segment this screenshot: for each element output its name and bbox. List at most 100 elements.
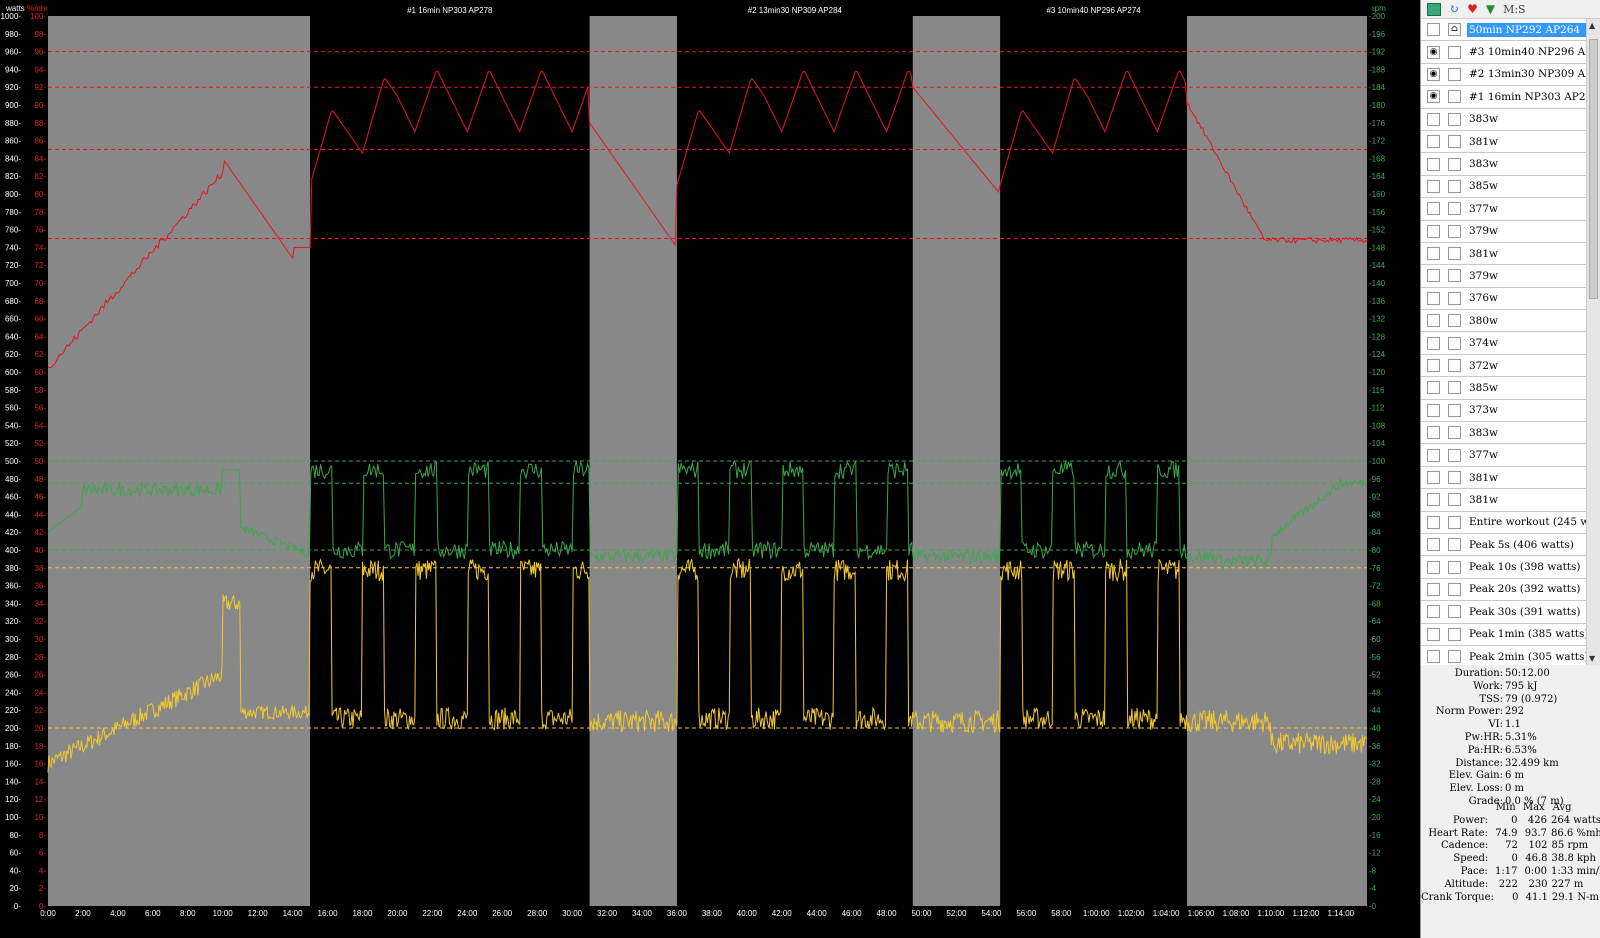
visibility-checkbox[interactable]	[1427, 23, 1440, 37]
interval-row[interactable]: 381w	[1421, 466, 1587, 490]
visibility-checkbox[interactable]	[1427, 291, 1440, 305]
rpm-axis-unit: rpm	[1372, 4, 1386, 13]
ride-plot[interactable]: #1 16min NP303 AP278 #2 13min30 NP309 AP2…	[0, 0, 1420, 938]
visibility-checkbox[interactable]	[1427, 179, 1440, 193]
scroll-down-icon[interactable]: ▼	[1589, 654, 1595, 663]
visibility-checkbox[interactable]	[1427, 381, 1440, 395]
select-checkbox[interactable]	[1448, 582, 1461, 596]
interval-row[interactable]: Peak 1min (385 watts)	[1421, 623, 1587, 646]
interval-list-scrollbar[interactable]: ▲ ▼	[1586, 19, 1600, 665]
visibility-checkbox[interactable]	[1427, 314, 1440, 328]
interval-row[interactable]: 377w	[1421, 198, 1587, 221]
interval-row[interactable]: Peak 20s (392 watts)	[1421, 578, 1587, 602]
visibility-checkbox[interactable]	[1427, 560, 1440, 574]
interval-row[interactable]: Peak 30s (391 watts)	[1421, 601, 1587, 624]
select-checkbox[interactable]	[1448, 403, 1461, 417]
visibility-checkbox[interactable]	[1427, 471, 1440, 484]
metrics-row: Altitude: 222 230 227 m	[1421, 879, 1600, 892]
eye-icon[interactable]: ◉	[1427, 45, 1440, 59]
select-checkbox[interactable]	[1448, 538, 1461, 552]
visibility-checkbox[interactable]	[1427, 112, 1440, 126]
select-checkbox[interactable]	[1448, 471, 1461, 484]
select-checkbox[interactable]	[1448, 67, 1461, 81]
interval-row[interactable]: 373w	[1421, 399, 1587, 423]
select-checkbox[interactable]	[1448, 650, 1461, 664]
interval-row[interactable]: Peak 2min (305 watts)	[1421, 645, 1587, 665]
select-checkbox[interactable]	[1448, 336, 1461, 350]
interval-row[interactable]: 383w	[1421, 422, 1587, 445]
heart-icon[interactable]: ♥	[1467, 2, 1478, 16]
interval-row[interactable]: Peak 5s (406 watts)	[1421, 533, 1587, 557]
visibility-checkbox[interactable]	[1427, 135, 1440, 149]
lock-icon[interactable]: ⌂	[1448, 23, 1461, 37]
interval-row[interactable]: 380w	[1421, 310, 1587, 333]
chart-icon[interactable]	[1427, 2, 1441, 16]
interval-row[interactable]: 385w	[1421, 175, 1587, 199]
interval-row[interactable]: Peak 10s (398 watts)	[1421, 556, 1587, 579]
visibility-checkbox[interactable]	[1427, 157, 1440, 171]
select-checkbox[interactable]	[1448, 381, 1461, 395]
visibility-checkbox[interactable]	[1427, 336, 1440, 350]
select-checkbox[interactable]	[1448, 605, 1461, 619]
interval-row[interactable]: 381w	[1421, 489, 1587, 512]
visibility-checkbox[interactable]	[1427, 448, 1440, 462]
interval-row[interactable]: 376w	[1421, 287, 1587, 311]
interval-row[interactable]: 377w	[1421, 444, 1587, 467]
interval-row[interactable]: ◉ #1 16min NP303 AP278	[1421, 86, 1587, 109]
shield-icon[interactable]: ▼	[1486, 2, 1495, 16]
interval-row[interactable]: 383w	[1421, 108, 1587, 131]
visibility-checkbox[interactable]	[1427, 247, 1440, 261]
visibility-checkbox[interactable]	[1427, 359, 1440, 373]
select-checkbox[interactable]	[1448, 448, 1461, 462]
interval-row[interactable]: 374w	[1421, 332, 1587, 355]
interval-row[interactable]: Entire workout (245 watts)	[1421, 511, 1587, 534]
select-checkbox[interactable]	[1448, 45, 1461, 59]
visibility-checkbox[interactable]	[1427, 493, 1440, 507]
select-checkbox[interactable]	[1448, 314, 1461, 328]
visibility-checkbox[interactable]	[1427, 224, 1440, 238]
interval-list[interactable]: ⌂ 50min NP292 AP264 ◉ #3 10min40 NP296 AP27…	[1421, 19, 1587, 665]
visibility-checkbox[interactable]	[1427, 269, 1440, 283]
visibility-checkbox[interactable]	[1427, 202, 1440, 216]
select-checkbox[interactable]	[1448, 359, 1461, 373]
select-checkbox[interactable]	[1448, 112, 1461, 126]
interval-row[interactable]: 385w	[1421, 377, 1587, 400]
interval-row[interactable]: ◉ #3 10min40 NP296 AP274	[1421, 41, 1587, 64]
eye-icon[interactable]: ◉	[1427, 67, 1440, 81]
visibility-checkbox[interactable]	[1427, 650, 1440, 664]
select-checkbox[interactable]	[1448, 627, 1461, 641]
interval-row[interactable]: ◉ #2 13min30 NP309 AP284	[1421, 63, 1587, 87]
select-checkbox[interactable]	[1448, 515, 1461, 529]
select-checkbox[interactable]	[1448, 291, 1461, 305]
select-checkbox[interactable]	[1448, 493, 1461, 507]
interval-row[interactable]: 372w	[1421, 354, 1587, 378]
select-checkbox[interactable]	[1448, 247, 1461, 261]
select-checkbox[interactable]	[1448, 157, 1461, 171]
visibility-checkbox[interactable]	[1427, 403, 1440, 417]
select-checkbox[interactable]	[1448, 90, 1461, 104]
select-checkbox[interactable]	[1448, 426, 1461, 440]
visibility-checkbox[interactable]	[1427, 538, 1440, 552]
visibility-checkbox[interactable]	[1427, 605, 1440, 619]
refresh-icon[interactable]: ↻	[1449, 2, 1459, 16]
interval-row[interactable]: 379w	[1421, 265, 1587, 288]
select-checkbox[interactable]	[1448, 179, 1461, 193]
visibility-checkbox[interactable]	[1427, 515, 1440, 529]
visibility-checkbox[interactable]	[1427, 426, 1440, 440]
interval-row[interactable]: 381w	[1421, 242, 1587, 266]
scroll-up-icon[interactable]: ▲	[1589, 21, 1595, 30]
select-checkbox[interactable]	[1448, 202, 1461, 216]
interval-row[interactable]: 379w	[1421, 220, 1587, 243]
eye-icon[interactable]: ◉	[1427, 90, 1440, 104]
visibility-checkbox[interactable]	[1427, 582, 1440, 596]
scroll-thumb[interactable]	[1589, 39, 1598, 299]
select-checkbox[interactable]	[1448, 560, 1461, 574]
visibility-checkbox[interactable]	[1427, 627, 1440, 641]
select-checkbox[interactable]	[1448, 269, 1461, 283]
interval-row[interactable]: 381w	[1421, 130, 1587, 154]
select-checkbox[interactable]	[1448, 135, 1461, 149]
interval-row[interactable]: 383w	[1421, 153, 1587, 176]
interval-row[interactable]: ⌂ 50min NP292 AP264	[1421, 19, 1587, 42]
time-format-label[interactable]: M:S	[1503, 3, 1526, 16]
select-checkbox[interactable]	[1448, 224, 1461, 238]
